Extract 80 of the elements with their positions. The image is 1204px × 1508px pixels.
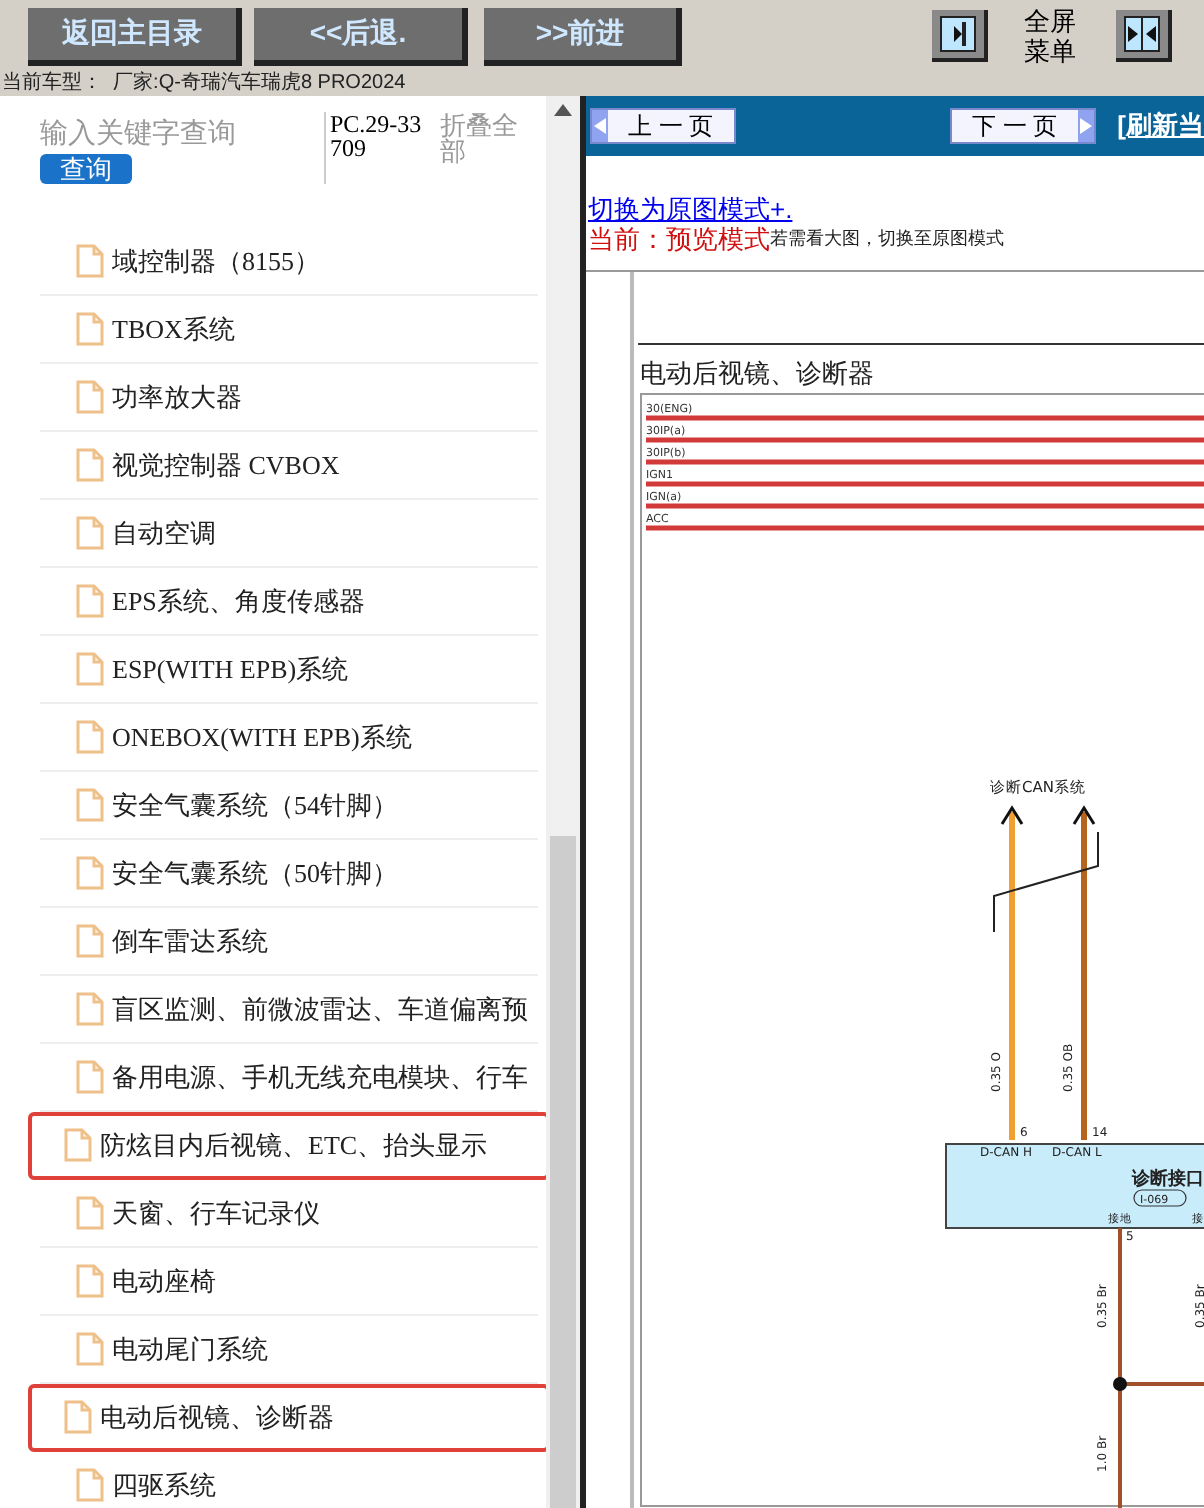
item-label: ONEBOX(WITH EPB)系统 <box>112 719 412 756</box>
tree-item[interactable]: 自动空调 <box>40 500 538 568</box>
up-arrow-icon[interactable] <box>554 104 572 116</box>
item-label: 防炫目内后视镜、ETC、抬头显示 <box>100 1127 488 1164</box>
connector-code-frame <box>1133 1189 1187 1207</box>
connector-name: 诊断接口 <box>1132 1170 1204 1190</box>
document-icon <box>76 652 104 686</box>
document-icon <box>76 312 104 346</box>
document-icon <box>76 1332 104 1366</box>
document-icon <box>76 516 104 550</box>
tree-item[interactable]: 域控制器（8155） <box>40 228 538 296</box>
mode-status-text: 当前：预览模式 <box>588 224 770 254</box>
document-icon <box>76 924 104 958</box>
tree-item[interactable]: 电动尾门系统 <box>40 1316 538 1384</box>
document-icon <box>76 1060 104 1094</box>
tree-item[interactable]: 安全气囊系统（54针脚） <box>40 772 538 840</box>
car-model-text: 当前车型： 厂家:Q-奇瑞汽车瑞虎8 PRO2024 <box>0 72 408 96</box>
nav-button[interactable]: 返回主目录 <box>28 7 242 65</box>
junction-dot <box>1113 1377 1127 1391</box>
document-icon <box>64 1128 92 1162</box>
document-icon <box>76 1264 104 1298</box>
item-label: TBOX系统 <box>112 311 235 348</box>
item-label: 功率放大器 <box>112 379 242 416</box>
item-label: EPS系统、角度传感器 <box>112 583 365 620</box>
item-label: 倒车雷达系统 <box>112 923 268 960</box>
item-label: 电动座椅 <box>112 1263 216 1300</box>
scrollbar[interactable] <box>546 96 580 1508</box>
document-icon <box>76 584 104 618</box>
tree-item[interactable]: 电动后视镜、诊断器 <box>28 1384 550 1452</box>
document-icon <box>76 380 104 414</box>
tree-item[interactable]: 备用电源、手机无线充电模块、行车 <box>40 1044 538 1112</box>
item-label: 安全气囊系统（50针脚） <box>112 855 398 892</box>
document-icon <box>64 1400 92 1434</box>
item-label: 电动后视镜、诊断器 <box>100 1399 334 1436</box>
nav-button[interactable]: <<后退. <box>254 7 468 65</box>
tree-item[interactable]: TBOX系统 <box>40 296 538 364</box>
previous-page-button[interactable]: 上 一 页 <box>590 108 736 144</box>
document-icon <box>76 992 104 1026</box>
tree-item[interactable]: ONEBOX(WITH EPB)系统 <box>40 704 538 772</box>
tree-item[interactable]: 功率放大器 <box>40 364 538 432</box>
shield-line <box>993 831 1099 933</box>
document-icon <box>76 1196 104 1230</box>
tree-item[interactable]: 四驱系统 <box>40 1452 538 1508</box>
original-mode-link[interactable]: 切换为原图模式+. <box>588 194 1204 224</box>
next-page-button[interactable]: 下 一 页 <box>949 108 1096 144</box>
search-button[interactable]: 查询 <box>40 154 132 184</box>
tree-item[interactable]: ESP(WITH EPB)系统 <box>40 636 538 704</box>
mode-hint-text: 若需看大图，切换至原图模式 <box>770 226 1004 252</box>
nav-button[interactable]: >>前进 <box>484 7 682 65</box>
expand-panel-icon[interactable] <box>932 10 988 62</box>
item-label: ESP(WITH EPB)系统 <box>112 651 349 688</box>
tree-item[interactable]: 天窗、行车记录仪 <box>40 1180 538 1248</box>
item-label: 备用电源、手机无线充电模块、行车 <box>112 1059 528 1096</box>
tree-item[interactable]: 安全气囊系统（50针脚） <box>40 840 538 908</box>
refresh-link[interactable]: [刷新当 <box>1117 106 1204 146</box>
item-label: 自动空调 <box>112 515 216 552</box>
document-icon <box>76 1468 104 1502</box>
collapse-panels-icon[interactable] <box>1116 10 1172 62</box>
document-icon <box>76 856 104 890</box>
document-icon <box>76 720 104 754</box>
item-label: 域控制器（8155） <box>112 243 320 280</box>
diagram-title: 电动后视镜、诊断器 <box>640 360 874 390</box>
tree-item[interactable]: 防炫目内后视镜、ETC、抬头显示 <box>28 1112 550 1180</box>
code-text: PC.29-33709 <box>324 112 424 184</box>
tree-item[interactable]: 盲区监测、前微波雷达、车道偏离预 <box>40 976 538 1044</box>
item-label: 视觉控制器 CVBOX <box>112 447 340 484</box>
item-label: 天窗、行车记录仪 <box>112 1195 320 1232</box>
tree-item[interactable]: 电动座椅 <box>40 1248 538 1316</box>
document-icon <box>76 448 104 482</box>
search-field[interactable]: 输入关键字查询 <box>40 112 280 154</box>
item-label: 盲区监测、前微波雷达、车道偏离预 <box>112 991 528 1028</box>
document-icon <box>76 244 104 278</box>
item-label: 电动尾门系统 <box>112 1331 268 1368</box>
tree-item[interactable]: 倒车雷达系统 <box>40 908 538 976</box>
tree-item[interactable]: EPS系统、角度传感器 <box>40 568 538 636</box>
document-icon <box>76 788 104 822</box>
tree-item[interactable]: 视觉控制器 CVBOX <box>40 432 538 500</box>
menu-label: 全屏菜单 <box>1024 6 1078 66</box>
item-label: 四驱系统 <box>112 1467 216 1504</box>
item-label: 安全气囊系统（54针脚） <box>112 787 398 824</box>
